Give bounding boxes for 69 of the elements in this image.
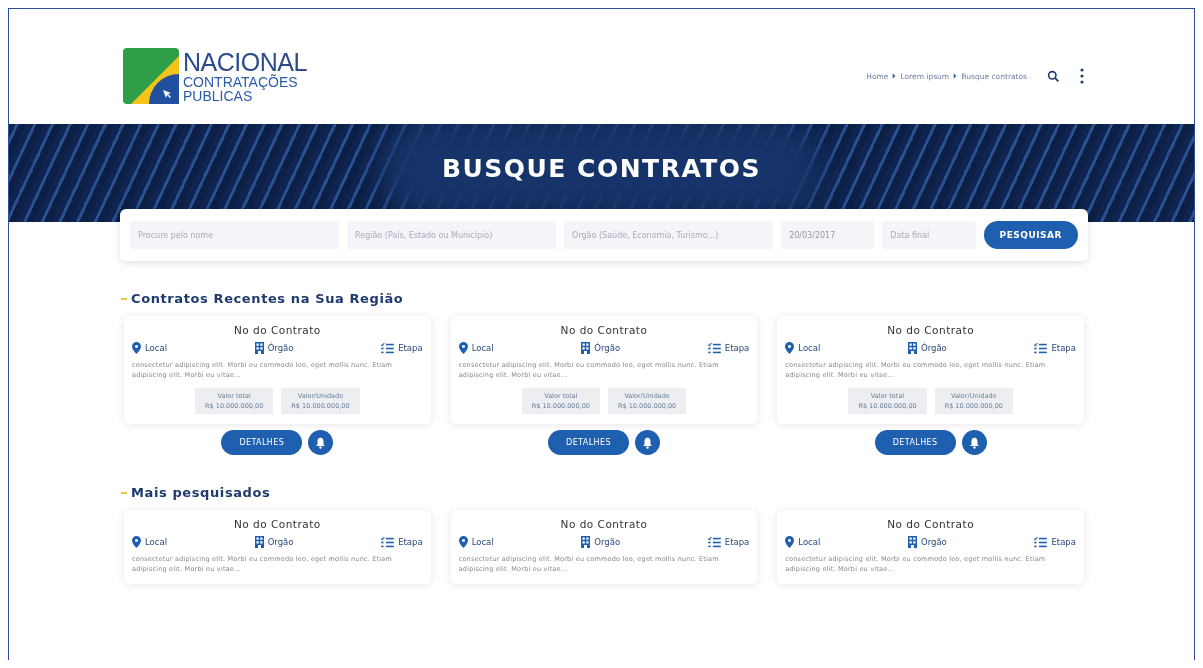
location-pin-icon <box>785 342 795 354</box>
logo-title: NACIONAL <box>183 49 307 75</box>
details-button[interactable]: DETALHES <box>548 430 629 456</box>
section-title: Contratos Recentes na Sua Região <box>131 291 404 306</box>
location-pin-icon <box>458 342 468 354</box>
list-icon <box>381 342 395 354</box>
location-pin-icon <box>458 536 468 549</box>
card-title: No do Contrato <box>886 324 976 336</box>
etapa-label: Etapa <box>1051 537 1076 548</box>
details-button[interactable]: DETALHES <box>874 430 956 456</box>
card-title: No do Contrato <box>886 518 976 531</box>
card-title: No do Contrato <box>559 518 649 531</box>
list-icon <box>707 342 721 354</box>
local-label: Local <box>471 537 494 548</box>
banner-title: BUSQUE CONTRATOS <box>411 149 792 187</box>
heading-dash-icon <box>121 491 127 494</box>
list-icon <box>381 536 395 548</box>
menu-icon[interactable] <box>1080 68 1084 84</box>
location-pin-icon <box>785 536 795 549</box>
notification-button[interactable] <box>308 430 334 456</box>
list-icon <box>1034 342 1048 354</box>
location-pin-icon <box>132 536 141 549</box>
search-field[interactable]: Procure pelo nome <box>130 221 340 249</box>
local-label: Local <box>798 343 821 353</box>
building-icon <box>908 536 917 549</box>
list-icon <box>707 536 721 548</box>
building-icon <box>581 342 591 354</box>
orgao-label: Orgão <box>267 537 294 548</box>
logo-subtitle: PUBLICAS <box>183 88 253 103</box>
building-icon <box>581 536 591 549</box>
local-label: Local <box>798 537 821 548</box>
bell-icon <box>968 436 980 449</box>
search-field[interactable]: Data final <box>882 221 976 249</box>
orgao-label: Órgão <box>921 343 947 353</box>
orgao-label: Orgão <box>594 537 621 548</box>
card-title: No do Contrato <box>232 324 322 336</box>
location-pin-icon <box>132 342 141 354</box>
chevron-icon <box>953 73 958 79</box>
card-title: No do Contrato <box>232 518 322 531</box>
bell-icon <box>641 436 653 449</box>
orgao-label: Orgão <box>921 537 947 548</box>
orgao-label: Órgão <box>267 343 294 353</box>
building-icon <box>254 342 264 354</box>
notification-button[interactable] <box>634 430 660 456</box>
section-title: Mais pesquisados <box>131 485 271 501</box>
etapa-label: Etapa <box>1051 343 1076 353</box>
local-label: Local <box>145 343 168 353</box>
list-icon <box>1034 536 1048 548</box>
search-icon[interactable] <box>1047 69 1060 83</box>
chevron-icon <box>892 73 897 79</box>
logo-subtitle: CONTRATAÇÕES <box>183 74 299 89</box>
details-button[interactable]: DETALHES <box>221 430 303 456</box>
search-button[interactable]: PESQUISAR <box>983 221 1078 249</box>
search-field[interactable]: Órgão (Saúde, Economia, Turismo...) <box>564 221 774 249</box>
bell-icon <box>315 436 327 449</box>
notification-button[interactable] <box>961 430 987 456</box>
local-label: Local <box>145 537 168 548</box>
card-title: No do Contrato <box>559 324 649 336</box>
orgao-label: Órgão <box>594 343 621 353</box>
building-icon <box>254 536 264 549</box>
local-label: Local <box>471 343 494 353</box>
etapa-label: Etapa <box>398 537 423 548</box>
flag-logo-icon <box>123 48 179 104</box>
etapa-label: Etapa <box>724 343 750 353</box>
etapa-label: Etapa <box>724 537 750 548</box>
building-icon <box>908 342 917 354</box>
search-field[interactable]: Região (País, Estado ou Município) <box>347 221 557 249</box>
heading-dash-icon <box>121 297 127 300</box>
etapa-label: Etapa <box>398 343 423 353</box>
